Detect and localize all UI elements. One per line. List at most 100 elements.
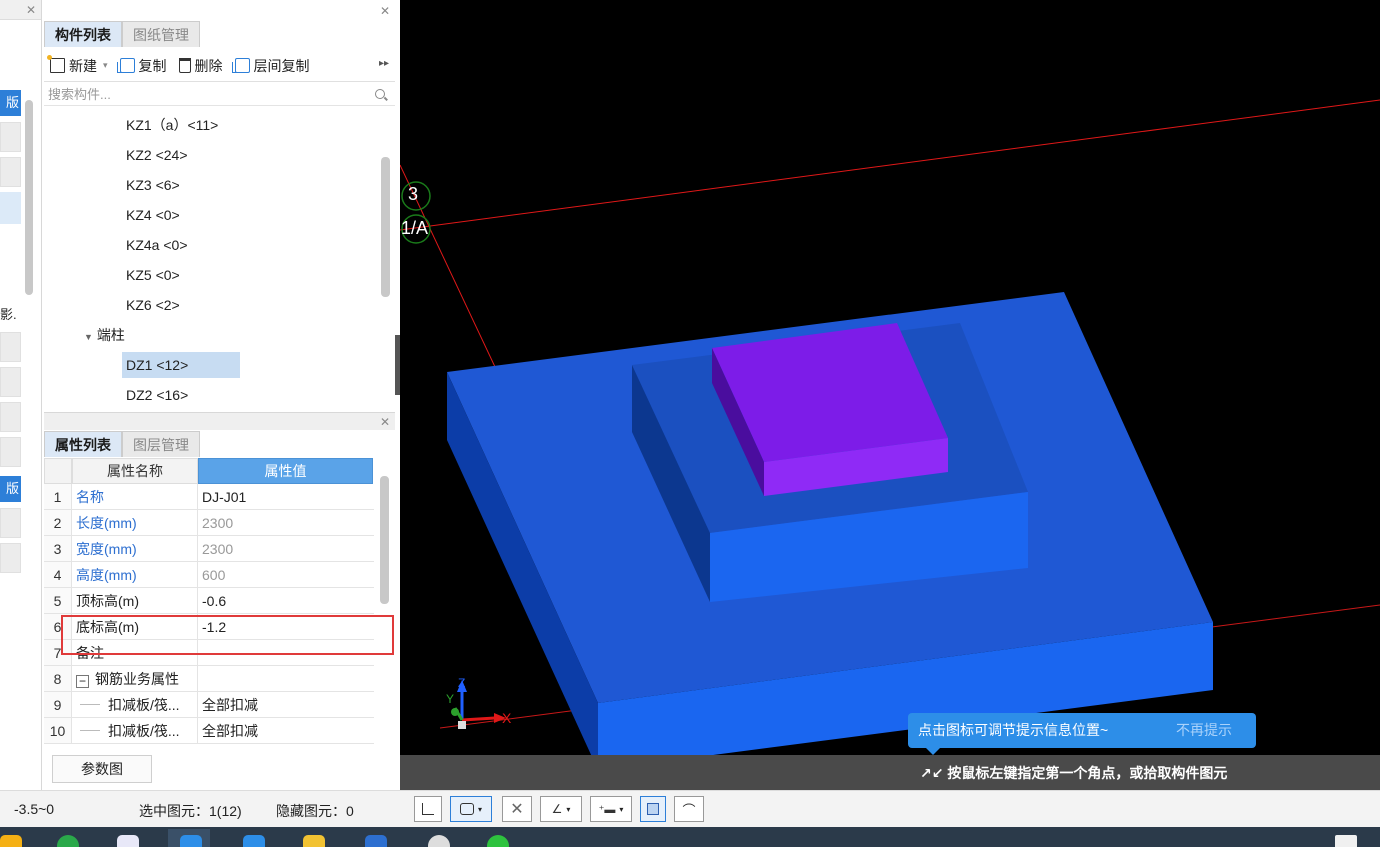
- panel-divider[interactable]: ✕: [44, 412, 395, 430]
- left-panel-button[interactable]: [0, 437, 21, 467]
- taskbar-app-icon[interactable]: [57, 835, 79, 847]
- row-number: 5: [44, 588, 72, 613]
- chevron-down-icon[interactable]: ▼: [84, 332, 93, 342]
- tip-tooltip[interactable]: 点击图标可调节提示信息位置~ 不再提示: [908, 713, 1256, 755]
- property-value[interactable]: DJ-J01: [198, 484, 373, 509]
- floor-copy-button[interactable]: 层间复制: [229, 56, 316, 76]
- taskbar-app-icon[interactable]: [0, 835, 22, 847]
- property-value[interactable]: [198, 666, 373, 691]
- x-axis-line: [461, 716, 496, 722]
- property-value[interactable]: 全部扣减: [198, 692, 373, 717]
- tab-component-list[interactable]: 构件列表: [44, 21, 122, 47]
- taskbar-wechat-icon[interactable]: [487, 835, 509, 847]
- tree-item[interactable]: KZ4a <0>: [122, 232, 192, 258]
- tree-item[interactable]: KZ2 <24>: [122, 142, 192, 168]
- curve-icon: ⌒: [682, 802, 696, 818]
- chevron-down-icon[interactable]: ▾: [566, 805, 570, 814]
- close-icon[interactable]: ✕: [26, 3, 36, 17]
- property-value[interactable]: 600: [198, 562, 373, 587]
- left-panel-blue-button[interactable]: 版: [0, 90, 21, 116]
- table-row[interactable]: 10 扣减板/筏... 全部扣减: [44, 718, 374, 744]
- dimension-toggle[interactable]: ⁺▬ ▾: [590, 796, 632, 822]
- table-row[interactable]: 9 扣减板/筏... 全部扣减: [44, 692, 374, 718]
- chevron-down-icon[interactable]: ▾: [103, 60, 108, 71]
- command-hint-text: 按鼠标左键指定第一个角点，或拾取构件图元: [947, 765, 1228, 781]
- left-panel-clipped-text: 影.: [0, 307, 17, 322]
- row-number: 9: [44, 692, 72, 717]
- left-panel-selected-item[interactable]: [0, 192, 21, 224]
- more-icon[interactable]: ▸▸: [379, 58, 389, 69]
- table-row[interactable]: 8 − 钢筋业务属性: [44, 666, 374, 692]
- angle-toggle[interactable]: ∠ ▾: [540, 796, 582, 822]
- tree-scrollbar[interactable]: [381, 157, 390, 297]
- table-row[interactable]: 5 顶标高(m) -0.6: [44, 588, 374, 614]
- taskbar-app-icon[interactable]: [365, 835, 387, 847]
- collapse-arrows-icon[interactable]: ↗↙: [920, 765, 943, 781]
- tree-group-end-column[interactable]: ▼ 端柱: [84, 322, 125, 348]
- snap-toggle[interactable]: ▾: [450, 796, 492, 822]
- row-number: 4: [44, 562, 72, 587]
- left-panel-button[interactable]: [0, 122, 21, 152]
- property-group[interactable]: − 钢筋业务属性: [72, 666, 198, 691]
- table-row[interactable]: 4 高度(mm) 600: [44, 562, 374, 588]
- curve-toggle[interactable]: ⌒: [674, 796, 704, 822]
- ortho-icon: [422, 803, 434, 815]
- tab-drawing-management[interactable]: 图纸管理: [122, 21, 200, 47]
- left-panel-button[interactable]: [0, 332, 21, 362]
- property-value[interactable]: -0.6: [198, 588, 373, 613]
- taskbar-app-icon[interactable]: [428, 835, 450, 847]
- tab-property-list[interactable]: 属性列表: [44, 431, 122, 457]
- taskbar-app-icon[interactable]: [117, 835, 139, 847]
- 3d-viewport[interactable]: 3 1/A 3 Z Y X ↗↙ 按鼠标左键指定第一个角点，或拾取构件图元 点击…: [400, 0, 1380, 790]
- delete-button[interactable]: 删除: [173, 56, 229, 76]
- close-icon[interactable]: ✕: [380, 4, 390, 18]
- tree-item[interactable]: KZ4 <0>: [122, 202, 184, 228]
- cross-toggle[interactable]: ✕: [502, 796, 532, 822]
- tree-item[interactable]: KZ6 <2>: [122, 292, 184, 318]
- table-row[interactable]: 2 长度(mm) 2300: [44, 510, 374, 536]
- tree-item[interactable]: KZ5 <0>: [122, 262, 184, 288]
- tree-item-selected[interactable]: DZ1 <12>: [122, 352, 240, 378]
- taskbar-app-icon[interactable]: [180, 835, 202, 847]
- dont-show-again-link[interactable]: 不再提示: [1176, 713, 1232, 748]
- table-row[interactable]: 3 宽度(mm) 2300: [44, 536, 374, 562]
- property-scrollbar[interactable]: [380, 476, 389, 604]
- display-toggle[interactable]: [640, 796, 666, 822]
- left-panel-button[interactable]: [0, 508, 21, 538]
- left-panel-button[interactable]: [0, 367, 21, 397]
- property-value[interactable]: 全部扣减: [198, 718, 373, 743]
- parameter-diagram-button[interactable]: 参数图: [52, 755, 152, 783]
- chevron-down-icon[interactable]: ▾: [619, 805, 623, 814]
- search-icon[interactable]: [375, 89, 385, 99]
- close-icon[interactable]: ✕: [380, 415, 390, 429]
- component-tabbar: 构件列表 图纸管理: [44, 21, 200, 47]
- left-panel-scrollbar[interactable]: [25, 100, 33, 295]
- row-number: 3: [44, 536, 72, 561]
- collapse-icon[interactable]: −: [76, 675, 89, 688]
- ortho-toggle[interactable]: [414, 796, 442, 822]
- tab-layer-management[interactable]: 图层管理: [122, 431, 200, 457]
- cross-icon: ✕: [510, 801, 524, 818]
- property-value[interactable]: 2300: [198, 536, 373, 561]
- tree-item[interactable]: KZ3 <6>: [122, 172, 184, 198]
- taskbar-app-icon[interactable]: [243, 835, 265, 847]
- taskbar-folder-icon[interactable]: [303, 835, 325, 847]
- property-name: 扣减板/筏...: [72, 718, 198, 743]
- component-search-input[interactable]: 搜索构件...: [44, 84, 395, 106]
- tree-item[interactable]: DZ2 <16>: [122, 382, 192, 408]
- trash-icon: [178, 58, 191, 73]
- copy-button[interactable]: 复制: [114, 56, 173, 76]
- header-index: [44, 458, 72, 484]
- table-row[interactable]: 1 名称 DJ-J01: [44, 484, 374, 510]
- left-panel-blue-button[interactable]: 版: [0, 476, 21, 502]
- header-property-value: 属性值: [198, 458, 373, 484]
- property-value[interactable]: 2300: [198, 510, 373, 535]
- notification-icon[interactable]: [1335, 835, 1357, 847]
- command-hint-bar: ↗↙ 按鼠标左键指定第一个角点，或拾取构件图元: [400, 755, 1380, 790]
- chevron-down-icon[interactable]: ▾: [478, 805, 482, 814]
- left-panel-button[interactable]: [0, 543, 21, 573]
- new-button[interactable]: 新建 ▾: [44, 55, 114, 76]
- left-panel-button[interactable]: [0, 157, 21, 187]
- tree-item[interactable]: KZ1（a）<11>: [122, 112, 222, 138]
- left-panel-button[interactable]: [0, 402, 21, 432]
